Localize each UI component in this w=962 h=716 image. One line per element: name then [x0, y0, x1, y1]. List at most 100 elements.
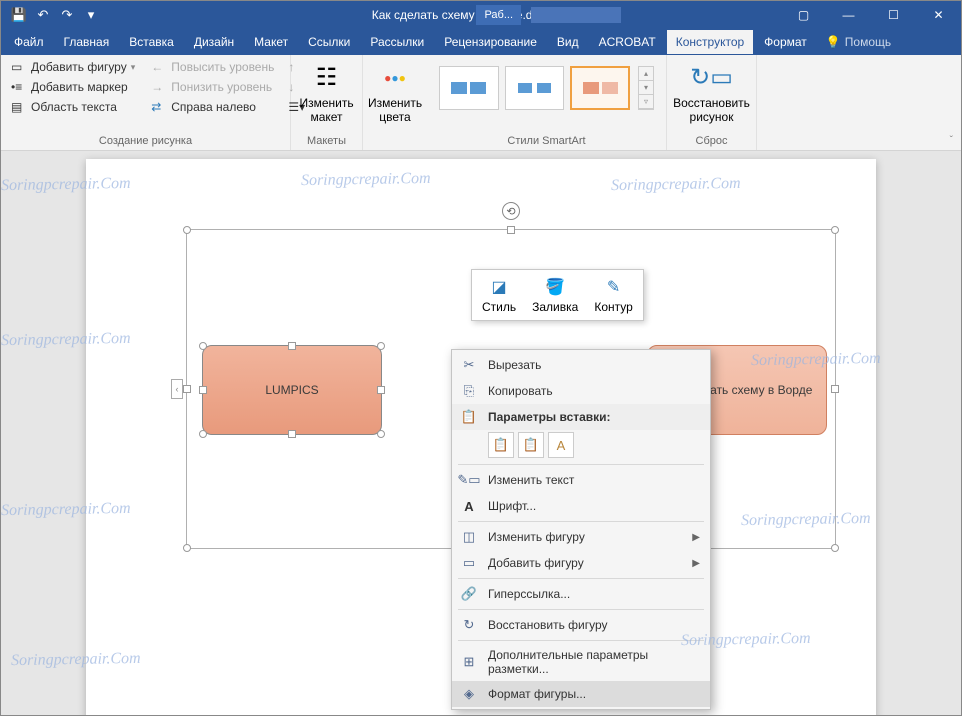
qat-more-icon[interactable]: ▾ [81, 5, 101, 25]
gallery-more-icon[interactable]: ▿ [639, 95, 653, 109]
shape-handle[interactable] [288, 342, 296, 350]
redo-icon[interactable]: ↷ [57, 5, 77, 25]
handle-nw[interactable] [183, 226, 191, 234]
paste-option-2[interactable]: 📋 [518, 432, 544, 458]
change-layout-button[interactable]: ☷ Изменить макет [297, 58, 356, 129]
gallery-spinner[interactable]: ▴▾▿ [638, 66, 654, 110]
fill-icon: 🪣 [544, 276, 566, 298]
ctx-copy-label: Копировать [488, 384, 553, 398]
handle-se[interactable] [831, 544, 839, 552]
tab-constructor[interactable]: Конструктор [667, 30, 753, 54]
format-shape-icon: ◈ [460, 686, 478, 702]
tab-mailings[interactable]: Рассылки [361, 30, 433, 54]
ctx-add-shape-label: Добавить фигуру [488, 556, 584, 570]
maximize-icon[interactable]: ☐ [871, 1, 916, 29]
separator [458, 640, 704, 641]
gallery-down-icon[interactable]: ▾ [639, 81, 653, 95]
shape-left[interactable]: LUMPICS [202, 345, 382, 435]
tell-me[interactable]: 💡Помощь [826, 35, 891, 49]
separator [458, 464, 704, 465]
tab-file[interactable]: Файл [5, 30, 53, 54]
add-shape-button[interactable]: ▭Добавить фигуру ▾ [7, 58, 139, 76]
shape-handle[interactable] [199, 386, 207, 394]
gallery-up-icon[interactable]: ▴ [639, 67, 653, 81]
rtl-button[interactable]: ⇄Справа налево [147, 98, 278, 116]
ctx-edit-text[interactable]: ✎▭Изменить текст [452, 467, 710, 493]
reset-graphic-label: Восстановить рисунок [673, 96, 750, 125]
save-icon[interactable]: 💾 [9, 5, 29, 25]
page[interactable]: ⟲ ‹ LUMPICS Как сделать схе [86, 159, 876, 715]
handle-sw[interactable] [183, 544, 191, 552]
ctx-change-shape[interactable]: ◫Изменить фигуру▶ [452, 524, 710, 550]
ctx-paste-header-label: Параметры вставки: [488, 410, 611, 424]
handle-e[interactable] [831, 385, 839, 393]
rotate-handle-icon[interactable]: ⟲ [502, 202, 520, 220]
ribbon-change-colors: ●●● Изменить цвета [363, 55, 427, 150]
contextual-tab-header: Раб... [476, 5, 621, 25]
paste-option-1[interactable]: 📋 [488, 432, 514, 458]
ctx-layout-options[interactable]: ⊞Дополнительные параметры разметки... [452, 643, 710, 681]
demote-icon: → [151, 80, 167, 94]
add-bullet-button[interactable]: •≡Добавить маркер [7, 78, 139, 96]
ribbon-options-icon[interactable]: ▢ [781, 1, 826, 29]
ctx-reset-shape[interactable]: ↻Восстановить фигуру [452, 612, 710, 638]
tab-review[interactable]: Рецензирование [435, 30, 546, 54]
tab-references[interactable]: Ссылки [299, 30, 359, 54]
mini-style-button[interactable]: ◪Стиль [474, 272, 524, 318]
style-item-3-selected[interactable] [570, 66, 630, 110]
mini-fill-button[interactable]: 🪣Заливка [524, 272, 586, 318]
tab-design[interactable]: Дизайн [185, 30, 243, 54]
shape-handle[interactable] [377, 430, 385, 438]
bulb-icon: 💡 [826, 35, 841, 49]
tab-layout[interactable]: Макет [245, 30, 297, 54]
shape-handle[interactable] [199, 342, 207, 350]
hyperlink-icon: 🔗 [460, 586, 478, 602]
shape-handle[interactable] [199, 430, 207, 438]
shape-handle[interactable] [377, 342, 385, 350]
tab-insert[interactable]: Вставка [120, 30, 183, 54]
close-icon[interactable]: ✕ [916, 1, 961, 29]
add-shape-label: Добавить фигуру [31, 60, 127, 74]
mini-outline-button[interactable]: ✎Контур [586, 272, 640, 318]
ctx-add-shape[interactable]: ▭Добавить фигуру▶ [452, 550, 710, 576]
handle-n[interactable] [507, 226, 515, 234]
collapse-ribbon-icon[interactable]: ˇ [950, 135, 953, 146]
ctx-format-shape[interactable]: ◈ Формат фигуры... [452, 681, 710, 707]
mini-toolbar: ◪Стиль 🪣Заливка ✎Контур [471, 269, 644, 321]
handle-ne[interactable] [831, 226, 839, 234]
ctx-paste-header: 📋 Параметры вставки: [452, 404, 710, 430]
change-colors-button[interactable]: ●●● Изменить цвета [369, 58, 421, 129]
minimize-icon[interactable]: — [826, 1, 871, 29]
shape-handle[interactable] [377, 386, 385, 394]
paste-option-3[interactable]: A [548, 432, 574, 458]
text-pane-toggle-icon[interactable]: ‹ [171, 379, 183, 399]
change-layout-label: Изменить макет [299, 96, 353, 125]
tab-format[interactable]: Формат [755, 30, 816, 54]
tab-acrobat[interactable]: ACROBAT [590, 30, 665, 54]
rtl-icon: ⇄ [151, 100, 167, 114]
ctx-hyperlink[interactable]: 🔗Гиперссылка... [452, 581, 710, 607]
ctx-copy[interactable]: ⎘Копировать [452, 378, 710, 404]
tab-home[interactable]: Главная [55, 30, 119, 54]
paste-icon: 📋 [460, 409, 478, 425]
handle-w[interactable] [183, 385, 191, 393]
reset-graphic-button[interactable]: ↻▭ Восстановить рисунок [673, 58, 750, 129]
mini-outline-label: Контур [594, 300, 632, 314]
tab-view[interactable]: Вид [548, 30, 588, 54]
ctx-format-label: Формат фигуры... [488, 687, 586, 701]
document-view: ⟲ ‹ LUMPICS Как сделать схе [1, 151, 961, 715]
add-shape-ctx-icon: ▭ [460, 555, 478, 571]
ctx-change-shape-label: Изменить фигуру [488, 530, 585, 544]
context-menu: ✂Вырезать ⎘Копировать 📋 Параметры вставки… [451, 349, 711, 710]
text-pane-button[interactable]: ▤Область текста [7, 98, 139, 116]
ctx-cut[interactable]: ✂Вырезать [452, 352, 710, 378]
ctx-font[interactable]: AШрифт... [452, 493, 710, 519]
style-item-1[interactable] [439, 66, 499, 110]
group-reset-label: Сброс [673, 135, 750, 150]
undo-icon[interactable]: ↶ [33, 5, 53, 25]
paste-options: 📋 📋 A [452, 430, 710, 462]
style-item-2[interactable] [505, 66, 565, 110]
demote-button: →Понизить уровень [147, 78, 278, 96]
shape-handle[interactable] [288, 430, 296, 438]
contextual-tab-label: Раб... [476, 5, 521, 25]
